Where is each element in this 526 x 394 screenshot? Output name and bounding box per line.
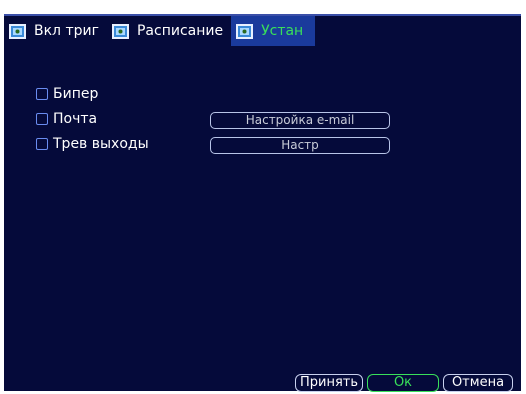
tab-setup-label: Устан bbox=[261, 23, 304, 39]
setup-tab-icon bbox=[236, 23, 254, 39]
alarm-output-settings-button[interactable]: Настр bbox=[210, 137, 390, 154]
alarm-output-label: Трев выходы bbox=[53, 136, 149, 152]
email-settings-button[interactable]: Настройка e-mail bbox=[210, 112, 390, 129]
tab-trigger-label: Вкл триг bbox=[34, 23, 99, 39]
mail-row: Почта bbox=[36, 109, 97, 129]
tab-schedule[interactable]: Расписание bbox=[107, 17, 231, 45]
mail-label: Почта bbox=[53, 111, 98, 127]
beeper-label: Бипер bbox=[53, 86, 99, 102]
beeper-checkbox[interactable] bbox=[36, 88, 48, 100]
beeper-row: Бипер bbox=[36, 84, 98, 104]
ok-button[interactable]: Ок bbox=[367, 374, 439, 392]
settings-content: Бипер Почта Настройка e-mail Трев выходы… bbox=[4, 46, 521, 391]
tab-trigger[interactable]: Вкл триг bbox=[4, 17, 107, 45]
alarm-output-checkbox[interactable] bbox=[36, 138, 48, 150]
dvr-settings-window: Вкл триг Расписание Устан Бипер Почта На… bbox=[4, 14, 521, 392]
tab-setup[interactable]: Устан bbox=[231, 16, 316, 46]
tab-schedule-label: Расписание bbox=[136, 23, 224, 39]
settings-tab-icon bbox=[9, 23, 26, 39]
schedule-tab-icon bbox=[111, 23, 129, 39]
mail-checkbox[interactable] bbox=[36, 113, 48, 125]
apply-button[interactable]: Принять bbox=[295, 374, 363, 392]
cancel-button[interactable]: Отмена bbox=[443, 374, 513, 392]
tab-bar: Вкл триг Расписание Устан bbox=[4, 16, 521, 46]
alarm-output-row: Трев выходы bbox=[36, 134, 149, 154]
screen: Вкл триг Расписание Устан Бипер Почта На… bbox=[0, 0, 526, 394]
